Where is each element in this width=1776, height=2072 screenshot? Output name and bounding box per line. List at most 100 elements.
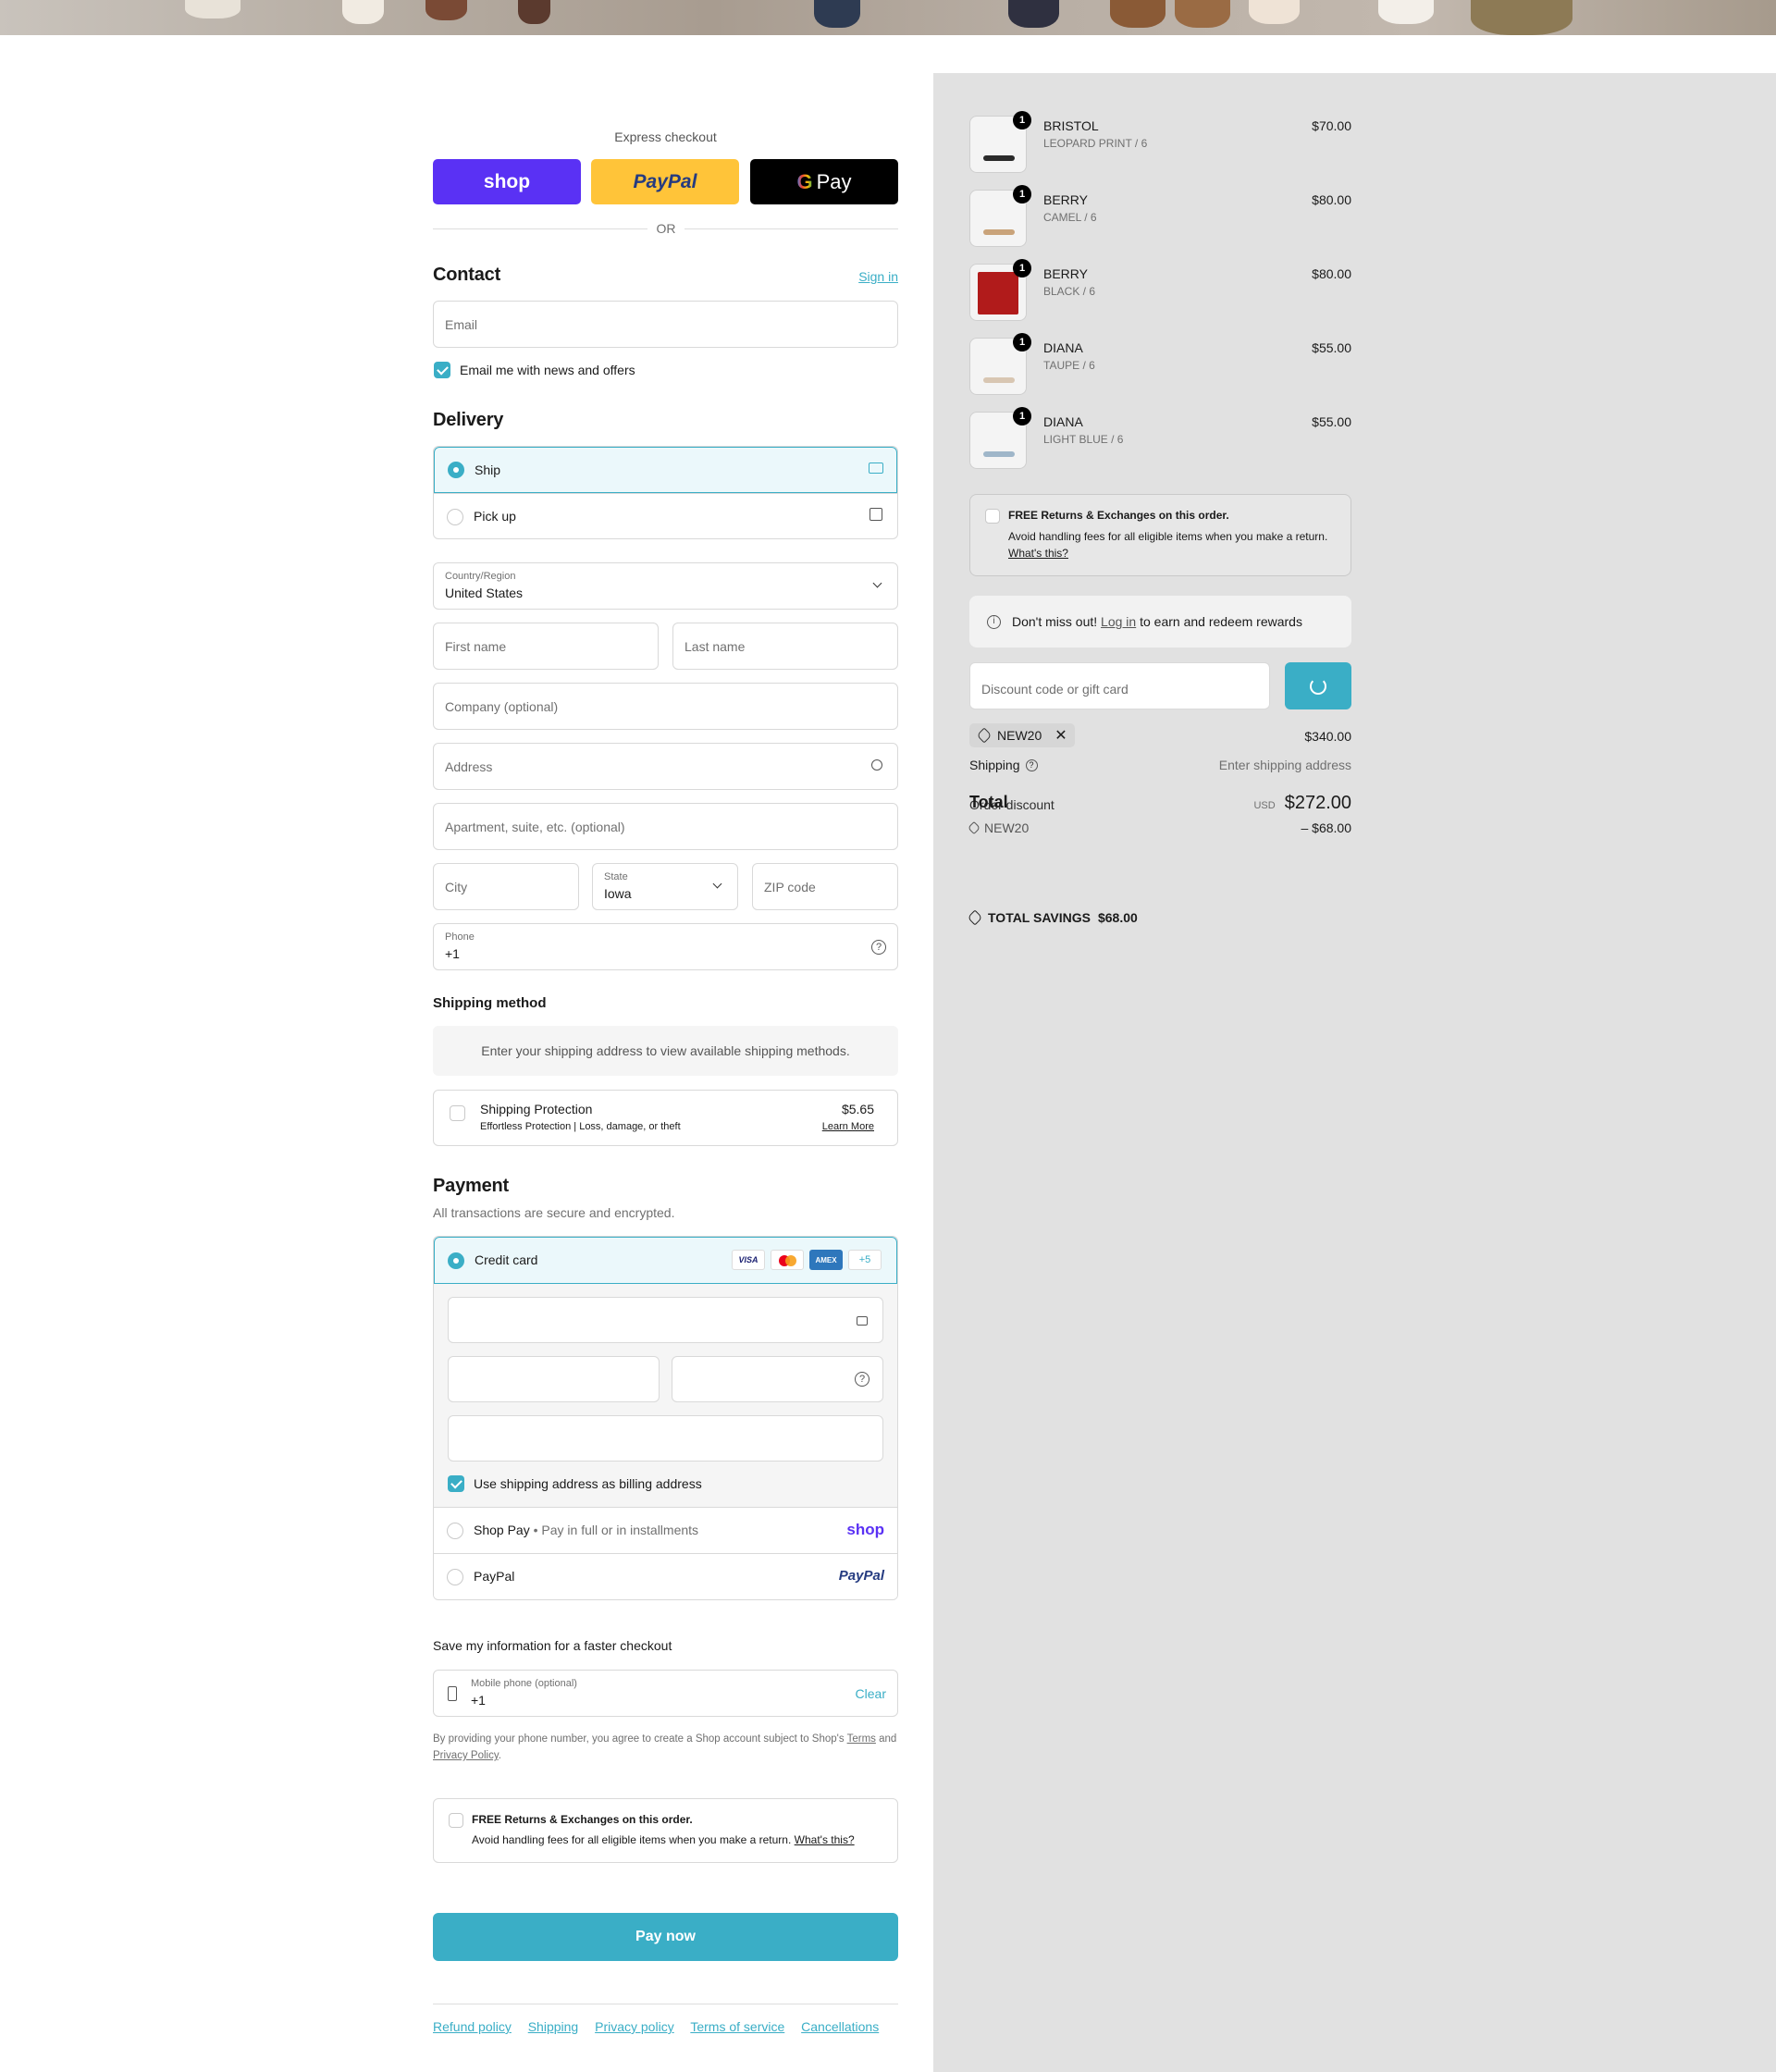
google-pay-express-button[interactable]: G Pay (750, 159, 898, 204)
free-returns-box: FREE Returns & Exchanges on this order. … (969, 494, 1351, 576)
security-code-field[interactable]: ? (672, 1356, 883, 1402)
paypal-label: PayPal (474, 1569, 515, 1584)
refund-policy-link[interactable]: Refund policy (433, 2019, 512, 2034)
free-returns-title: FREE Returns & Exchanges on this order. (472, 1813, 693, 1826)
help-icon[interactable]: ? (1025, 758, 1038, 771)
log-in-link[interactable]: Log in (1101, 614, 1136, 629)
amex-icon: AMEX (809, 1250, 843, 1270)
cancellations-link[interactable]: Cancellations (801, 2019, 879, 2034)
tag-icon (967, 909, 983, 926)
cart-item: 1 BERRY BLACK / 6 $80.00 (969, 259, 1351, 322)
learn-more-link[interactable]: Learn More (822, 1121, 874, 1132)
clear-button[interactable]: Clear (856, 1686, 886, 1701)
ship-option[interactable]: Ship (434, 447, 897, 493)
mastercard-icon (771, 1250, 804, 1270)
email-field[interactable]: Email (433, 301, 898, 348)
remove-discount-icon[interactable]: ✕ (1054, 726, 1067, 745)
first-name-field[interactable]: First name (433, 623, 659, 670)
zip-field[interactable]: ZIP code (752, 863, 898, 910)
payment-subtitle: All transactions are secure and encrypte… (433, 1205, 675, 1220)
discount-line-code: NEW20 (984, 820, 1030, 835)
total-savings-label: TOTAL SAVINGS (988, 910, 1091, 925)
paypal-radio[interactable] (447, 1569, 463, 1585)
shop-pay-express-button[interactable]: shop (433, 159, 581, 204)
state-label: State (604, 871, 628, 882)
card-number-field[interactable] (448, 1297, 883, 1343)
free-returns-checkbox[interactable] (449, 1813, 463, 1828)
quantity-badge: 1 (1013, 407, 1031, 426)
shipping-policy-link[interactable]: Shipping (528, 2019, 579, 2034)
shop-pay-option[interactable]: Shop Pay • Pay in full or in installment… (434, 1507, 897, 1553)
paypal-option[interactable]: PayPal PayPal (434, 1553, 897, 1599)
express-checkout-title: Express checkout (614, 130, 717, 144)
visa-icon: VISA (732, 1250, 765, 1270)
city-field[interactable]: City (433, 863, 579, 910)
gpay-label: Pay (816, 169, 852, 193)
sign-in-link[interactable]: Sign in (858, 269, 898, 284)
whats-this-link[interactable]: What's this? (795, 1833, 855, 1846)
product-price: $55.00 (1312, 340, 1351, 355)
rewards-text-post: to earn and redeem rewards (1140, 614, 1302, 629)
total-savings-value: $68.00 (1097, 910, 1138, 925)
shipping-protection-box: Shipping Protection Effortless Protectio… (433, 1090, 898, 1146)
company-field[interactable]: Company (optional) (433, 683, 898, 730)
loading-spinner-icon (1310, 677, 1326, 695)
apply-discount-button[interactable] (1285, 662, 1351, 709)
privacy-policy-link[interactable]: Privacy Policy (433, 1750, 499, 1761)
free-returns-checkbox[interactable] (985, 509, 1000, 524)
state-select[interactable]: State Iowa (592, 863, 738, 910)
product-name: DIANA (1043, 340, 1083, 355)
first-name-placeholder: First name (445, 638, 507, 654)
privacy-policy-link[interactable]: Privacy policy (595, 2019, 674, 2034)
name-on-card-field[interactable] (448, 1415, 883, 1462)
free-returns-desc: Avoid handling fees for all eligible ite… (472, 1833, 792, 1846)
quantity-badge: 1 (1013, 185, 1031, 204)
discount-code-input[interactable]: Discount code or gift card (969, 662, 1270, 709)
pay-now-button[interactable]: Pay now (433, 1913, 898, 1961)
expiration-date-field[interactable] (448, 1356, 660, 1402)
order-discount-label: Order discount (969, 797, 1054, 812)
help-icon[interactable]: ? (855, 1372, 870, 1387)
apartment-field[interactable]: Apartment, suite, etc. (optional) (433, 803, 898, 850)
state-value: Iowa (604, 886, 632, 901)
protection-title: Shipping Protection (480, 1102, 593, 1116)
credit-card-radio[interactable] (448, 1252, 464, 1269)
more-brands-badge: +5 (848, 1250, 882, 1270)
truck-icon (869, 462, 883, 474)
google-g-icon: G (796, 169, 813, 193)
protection-price: $5.65 (841, 1102, 874, 1116)
product-name: BERRY (1043, 192, 1088, 207)
contact-heading: Contact (433, 265, 501, 285)
shipping-protection-checkbox[interactable] (450, 1105, 465, 1121)
product-price: $55.00 (1312, 414, 1351, 429)
last-name-field[interactable]: Last name (672, 623, 898, 670)
address-field[interactable]: Address (433, 743, 898, 790)
chevron-down-icon (872, 578, 882, 588)
pickup-radio[interactable] (447, 509, 463, 525)
ship-radio[interactable] (448, 462, 464, 478)
country-region-select[interactable]: Country/Region United States (433, 562, 898, 610)
help-icon[interactable]: ? (871, 940, 886, 955)
ship-label: Ship (475, 462, 501, 477)
product-price: $80.00 (1312, 192, 1351, 207)
whats-this-link[interactable]: What's this? (1008, 547, 1068, 560)
payment-methods: Credit card VISA AMEX +5 ? Use shipping … (433, 1236, 898, 1600)
credit-card-option[interactable]: Credit card VISA AMEX +5 (434, 1237, 897, 1284)
pickup-option[interactable]: Pick up (434, 493, 897, 538)
paypal-logo: PayPal (633, 170, 697, 192)
card-form-area: ? Use shipping address as billing addres… (434, 1284, 897, 1507)
phone-field[interactable]: Phone +1 ? (433, 923, 898, 970)
applied-discount-code: NEW20 (997, 728, 1042, 743)
free-returns-title: FREE Returns & Exchanges on this order. (1008, 509, 1229, 522)
paypal-logo: PayPal (838, 1568, 884, 1584)
save-info-heading: Save my information for a faster checkou… (433, 1638, 672, 1653)
shop-pay-radio[interactable] (447, 1523, 463, 1539)
billing-address-checkbox[interactable] (448, 1475, 464, 1492)
discount-placeholder: Discount code or gift card (981, 682, 1128, 697)
terms-link[interactable]: Terms (847, 1733, 876, 1745)
news-offers-checkbox[interactable] (434, 362, 450, 378)
paypal-express-button[interactable]: PayPal (591, 159, 739, 204)
shipping-method-heading: Shipping method (433, 995, 547, 1011)
mobile-phone-field[interactable]: Mobile phone (optional) +1 Clear (433, 1670, 898, 1717)
terms-of-service-link[interactable]: Terms of service (690, 2019, 784, 2034)
